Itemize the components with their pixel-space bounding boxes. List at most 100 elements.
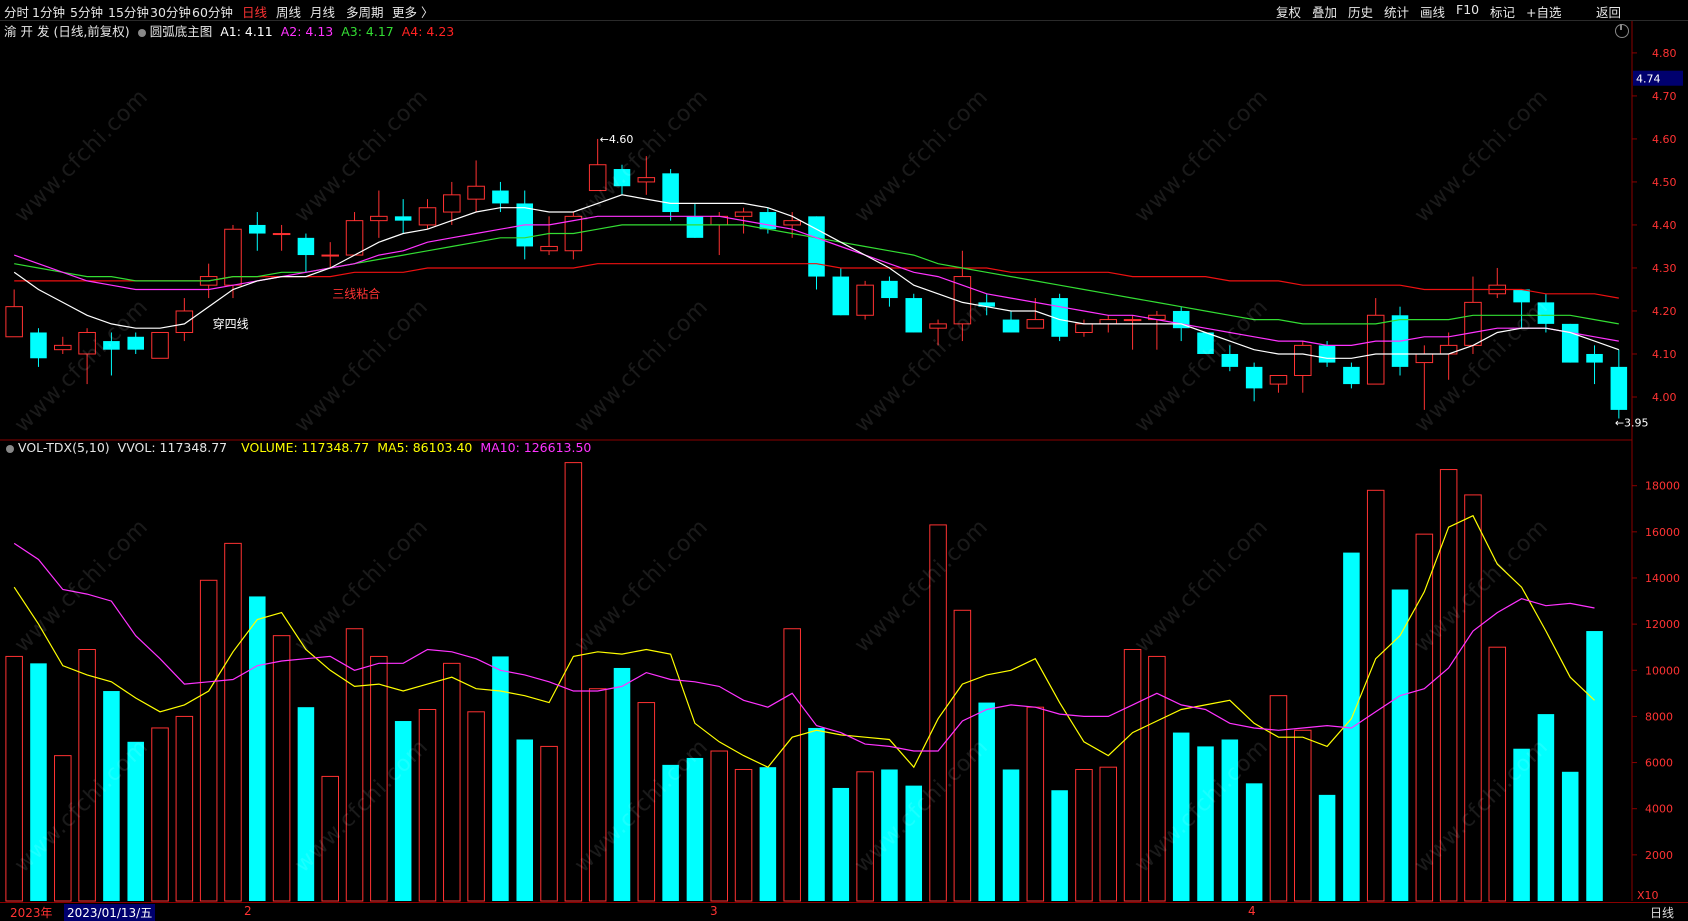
candle-body xyxy=(662,173,679,213)
add-watchlist-button[interactable]: +自选 xyxy=(1526,2,1561,21)
candle-body xyxy=(1026,319,1045,329)
vol-indicator-name[interactable]: VOL-TDX(5,10) xyxy=(18,440,110,455)
candle-body xyxy=(832,276,850,316)
month-label-2: 2 xyxy=(244,904,252,918)
price-tick-label: 4.20 xyxy=(1652,305,1677,318)
price-tick-label: 4.10 xyxy=(1652,348,1677,361)
a4-value: A4: 4.23 xyxy=(401,24,455,39)
period-tab-multi[interactable]: 多周期 xyxy=(346,2,384,21)
history-button[interactable]: 历史 xyxy=(1348,2,1373,21)
period-tab-30min[interactable]: 30分钟 xyxy=(150,2,191,21)
period-tab-fenshi[interactable]: 分时 xyxy=(4,2,29,21)
candle-body xyxy=(905,298,923,333)
price-tick-label: 4.60 xyxy=(1652,133,1677,146)
volume-bar xyxy=(1026,706,1045,902)
back-button[interactable]: 返回 xyxy=(1596,2,1621,21)
volume-bar xyxy=(1586,631,1603,901)
volume-bar xyxy=(1366,489,1385,902)
candle-body xyxy=(856,284,874,316)
candle-body xyxy=(540,245,558,252)
volume-multiplier-label: X10 xyxy=(1637,889,1659,902)
volume-bar xyxy=(734,768,753,902)
draw-line-button[interactable]: 画线 xyxy=(1420,2,1445,21)
volume-bar xyxy=(5,655,23,902)
price-tick-label: 4.80 xyxy=(1652,47,1677,60)
volume-bar xyxy=(345,628,364,902)
volume-bar xyxy=(808,727,825,901)
candle-body xyxy=(1221,353,1239,367)
year-label: 2023年 xyxy=(10,906,53,920)
volume-tick-label: 18000 xyxy=(1645,480,1680,493)
candle-body xyxy=(1366,314,1385,385)
volume-tick-label: 2000 xyxy=(1645,849,1673,862)
candle-body xyxy=(929,323,947,329)
candle-body xyxy=(297,237,315,256)
volume-bar xyxy=(1488,646,1507,902)
candle-body xyxy=(1586,353,1603,363)
pattern-label-three-lines: 三线粘合 xyxy=(332,286,380,301)
period-tab-60min[interactable]: 60分钟 xyxy=(192,2,233,21)
volume-bar xyxy=(1099,766,1118,902)
kline-chart[interactable]: 4.80 4.70 4.60 4.50 4.40 4.30 4.20 4.10 4.00 4.74… xyxy=(0,0,1688,919)
indicator-name[interactable]: 圆弧底主图 xyxy=(150,24,213,39)
candle-body xyxy=(1318,345,1336,363)
price-tick-label: 4.50 xyxy=(1652,176,1677,189)
candle-body xyxy=(1075,323,1093,333)
period-tab-5min[interactable]: 5分钟 xyxy=(70,2,103,21)
volume-bar xyxy=(199,579,218,902)
vvol-value: VVOL: 117348.77 xyxy=(117,440,228,455)
volume-bar xyxy=(297,707,315,901)
adjust-button[interactable]: 复权 xyxy=(1276,2,1301,21)
vol-settings-dot-icon[interactable] xyxy=(6,444,14,453)
volume-bar xyxy=(78,649,96,902)
candle-body xyxy=(1269,374,1288,385)
volume-bar xyxy=(1245,783,1263,901)
period-tab-15min[interactable]: 15分钟 xyxy=(108,2,149,21)
month-label-3: 3 xyxy=(710,904,718,918)
candle-body xyxy=(175,310,194,333)
period-tab-daily[interactable]: 日线 xyxy=(242,2,267,21)
volume-tick-label: 12000 xyxy=(1645,618,1680,631)
volume-bar xyxy=(978,702,995,901)
f10-button[interactable]: F10 xyxy=(1456,2,1479,17)
candle-body xyxy=(734,211,753,217)
ma5-value: MA5: 86103.40 xyxy=(377,440,473,455)
volume-bar xyxy=(394,721,412,901)
candle-body xyxy=(1197,332,1214,354)
a1-value: A1: 4.11 xyxy=(220,24,273,39)
candle-body xyxy=(881,280,898,299)
candle-body xyxy=(1245,366,1263,389)
mark-button[interactable]: 标记 xyxy=(1490,2,1515,21)
period-tab-monthly[interactable]: 月线 xyxy=(310,2,335,21)
overlay-button[interactable]: 叠加 xyxy=(1312,2,1337,21)
candle-body xyxy=(151,331,169,359)
candle-body xyxy=(345,220,364,256)
volume-bar xyxy=(1464,494,1482,902)
settings-dot-icon[interactable] xyxy=(137,28,146,37)
candle-body xyxy=(613,169,631,187)
price-tick-label: 4.40 xyxy=(1652,219,1677,232)
volume-tick-label: 14000 xyxy=(1645,572,1680,585)
volume-bar xyxy=(1537,714,1555,901)
power-icon[interactable] xyxy=(1615,24,1629,38)
date-axis-bar: 2023年 2023/01/13/五 2 3 4 日线 xyxy=(0,902,1688,921)
candle-body xyxy=(1513,289,1530,303)
statistics-button[interactable]: 统计 xyxy=(1384,2,1409,21)
volume-bar xyxy=(1172,732,1190,901)
period-tab-weekly[interactable]: 周线 xyxy=(276,2,301,21)
volume-value: VOLUME: 117348.77 xyxy=(241,440,370,455)
volume-bar xyxy=(127,741,144,901)
volume-bar xyxy=(881,769,898,901)
period-tab-more[interactable]: 更多 〉 xyxy=(392,2,433,21)
volume-bar xyxy=(1294,729,1312,902)
period-tab-1min[interactable]: 1分钟 xyxy=(32,2,65,21)
candle-body xyxy=(637,177,656,183)
candle-body xyxy=(443,194,461,213)
price-tick-label: 4.30 xyxy=(1652,262,1677,275)
volume-bar xyxy=(492,656,509,901)
volume-bar xyxy=(103,691,120,901)
volume-tick-label: 16000 xyxy=(1645,526,1680,539)
candle-body xyxy=(1099,319,1118,325)
volume-bar xyxy=(175,715,194,902)
candle-body xyxy=(103,341,120,350)
